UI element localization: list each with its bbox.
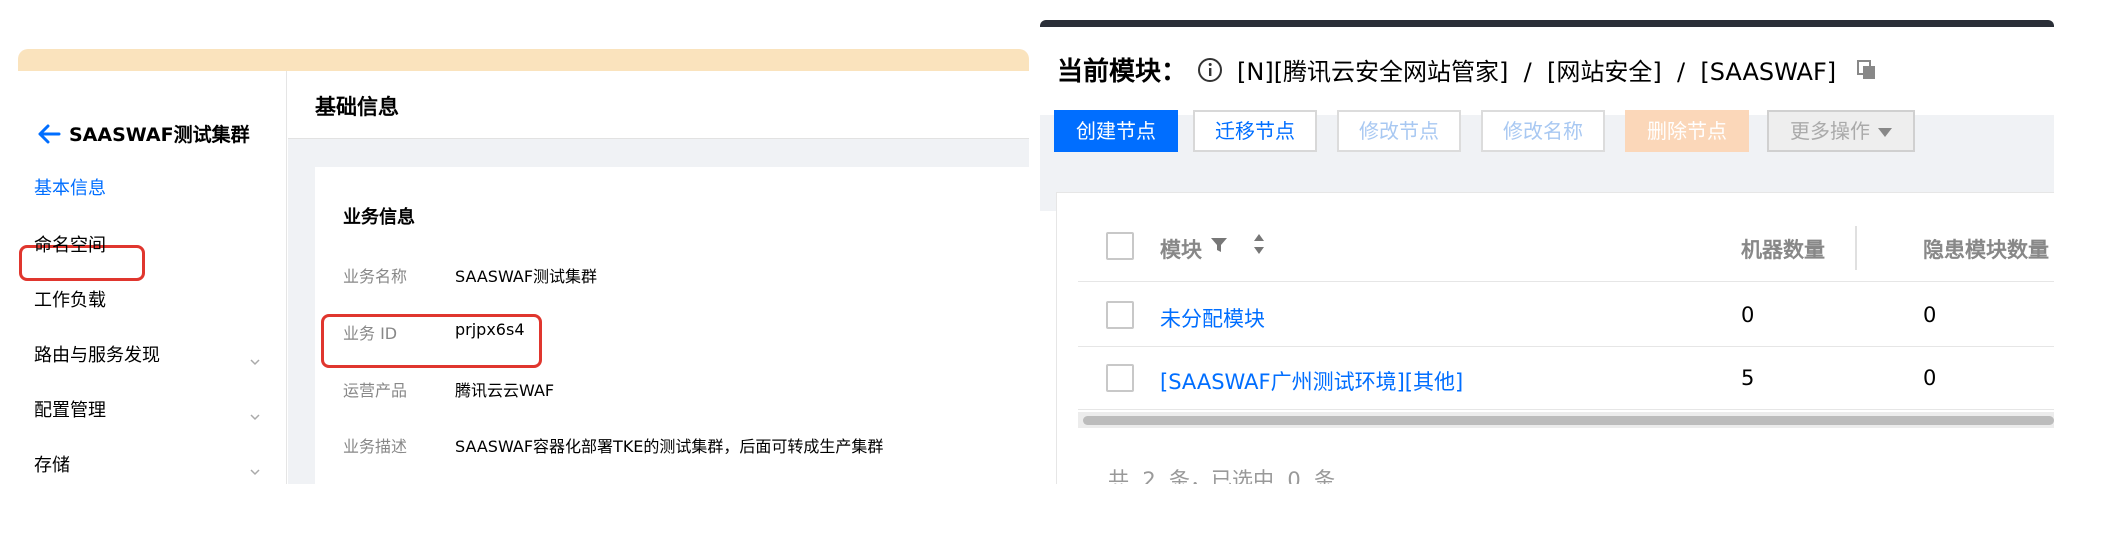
- column-header-risk-modules: 隐患模块数量: [1923, 238, 2049, 262]
- filter-icon[interactable]: [1210, 236, 1228, 254]
- module-name-link[interactable]: 未分配模块: [1160, 303, 1265, 333]
- arrow-left-icon: [38, 124, 61, 143]
- sidebar-item-config[interactable]: 配置管理: [34, 397, 106, 425]
- sidebar: SAASWAF测试集群 基本信息 命名空间 工作负载 路由与服务发现 配置管理 …: [18, 71, 287, 484]
- business-name-label: 业务名称: [343, 267, 408, 286]
- chevron-down-icon: [250, 462, 260, 476]
- top-bar: [1040, 20, 2054, 27]
- row-checkbox[interactable]: [1106, 301, 1134, 329]
- product-label: 运营产品: [343, 381, 408, 400]
- module-name-link[interactable]: [SAASWAF广州测试环境][其他]: [1160, 366, 1463, 396]
- selection-summary: 共 2 条，已选中 0 条: [1108, 468, 1336, 484]
- description-value: SAASWAF容器化部署TKE的测试集群，后面可转成生产集群: [455, 437, 884, 456]
- column-header-machines: 机器数量: [1741, 238, 1825, 262]
- copy-icon[interactable]: [1856, 59, 1878, 81]
- caret-down-icon: [1878, 128, 1892, 137]
- page-header: 基础信息: [288, 71, 1029, 139]
- select-all-checkbox[interactable]: [1106, 232, 1134, 260]
- product-value: 腾讯云云WAF: [455, 381, 555, 400]
- cluster-detail-panel: SAASWAF测试集群 基本信息 命名空间 工作负载 路由与服务发现 配置管理 …: [18, 49, 1029, 484]
- delete-node-button[interactable]: 删除节点: [1625, 110, 1749, 152]
- sidebar-item-storage[interactable]: 存储: [34, 452, 70, 480]
- more-actions-label: 更多操作: [1790, 119, 1870, 143]
- column-divider: [1855, 226, 1857, 270]
- machine-count: 5: [1741, 366, 1755, 390]
- sidebar-item-namespace[interactable]: 命名空间: [34, 232, 106, 260]
- row-divider: [1078, 281, 2054, 282]
- breadcrumb-label: 当前模块：: [1057, 57, 1188, 87]
- more-actions-dropdown[interactable]: 更多操作: [1767, 110, 1915, 152]
- row-divider: [1078, 409, 2054, 410]
- cluster-title: SAASWAF测试集群: [69, 124, 250, 146]
- page-title: 基础信息: [315, 95, 399, 119]
- breadcrumb: 当前模块： [N][腾讯云安全网站管家] / [网站安全] / [SAASWAF…: [1057, 51, 1878, 88]
- business-id-value: prjpx6s4: [455, 320, 525, 339]
- risk-module-count: 0: [1923, 303, 1937, 327]
- main-content: 基础信息 业务信息 业务名称 SAASWAF测试集群 业务 ID prjpx6s…: [288, 71, 1029, 484]
- sidebar-item-basic-info[interactable]: 基本信息: [34, 175, 106, 203]
- rename-button[interactable]: 修改名称: [1481, 110, 1605, 152]
- table-footer: 共 2 条，已选中 0 条: [1056, 440, 2054, 484]
- create-node-button[interactable]: 创建节点: [1054, 110, 1178, 152]
- row-divider: [1078, 346, 2054, 347]
- back-button[interactable]: SAASWAF测试集群: [37, 120, 250, 147]
- business-name-value: SAASWAF测试集群: [455, 267, 598, 286]
- business-id-label: 业务 ID: [343, 324, 398, 343]
- edit-node-button[interactable]: 修改节点: [1337, 110, 1461, 152]
- scrollbar-thumb[interactable]: [1083, 416, 2054, 425]
- sort-icon[interactable]: [1252, 233, 1266, 255]
- column-header-module: 模块: [1160, 238, 1202, 262]
- sidebar-item-routing[interactable]: 路由与服务发现: [34, 342, 160, 370]
- description-label: 业务描述: [343, 437, 408, 456]
- migrate-node-button[interactable]: 迁移节点: [1193, 110, 1317, 152]
- row-checkbox[interactable]: [1106, 364, 1134, 392]
- risk-module-count: 0: [1923, 366, 1937, 390]
- breadcrumb-path: [N][腾讯云安全网站管家] / [网站安全] / [SAASWAF]: [1237, 58, 1837, 86]
- notice-banner: [18, 49, 1029, 71]
- machine-count: 0: [1741, 303, 1755, 327]
- chevron-down-icon: [250, 352, 260, 366]
- business-info-card: 业务信息 业务名称 SAASWAF测试集群 业务 ID prjpx6s4 运营产…: [315, 167, 1029, 484]
- card-title: 业务信息: [343, 207, 415, 228]
- info-icon[interactable]: [1197, 57, 1223, 83]
- chevron-down-icon: [250, 407, 260, 421]
- sidebar-item-workload[interactable]: 工作负载: [34, 287, 106, 315]
- horizontal-scrollbar[interactable]: [1078, 412, 2054, 428]
